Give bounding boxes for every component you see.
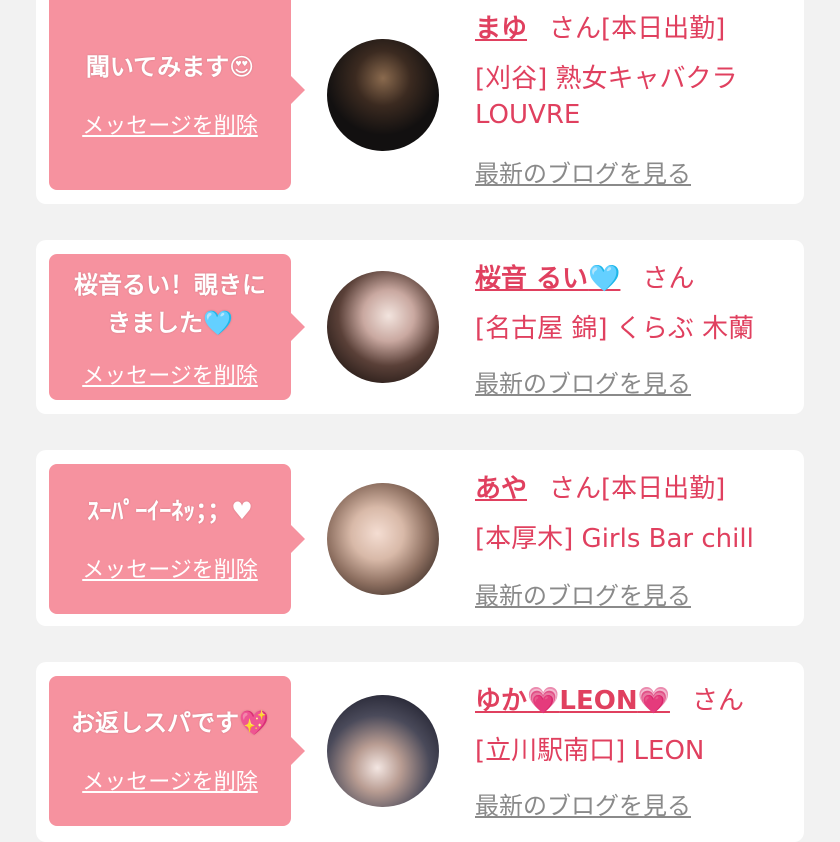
name-line: ゆか💗LEON💗 さん (475, 680, 744, 717)
honorific: さん (642, 264, 695, 294)
profile-name-link[interactable]: 桜音 るい🩵 (475, 264, 620, 294)
light-blue-heart-emoji-icon: 🩵 (203, 309, 233, 337)
profile-name-text-2: LEON (559, 686, 638, 716)
name-line: 桜音 るい🩵 さん (475, 258, 694, 295)
avatar[interactable] (327, 271, 439, 383)
favorites-message-list: 聞いてみます😍 メッセージを削除 まゆ さん[本日出勤] [刈谷] 熟女キャバクラ… (0, 0, 840, 842)
message-line-2-text: きました (107, 309, 204, 337)
message-text: お返しスパです💖 (49, 704, 291, 742)
heart-eyes-emoji-icon: 😍 (229, 53, 255, 81)
message-bubble: 聞いてみます😍 メッセージを削除 (49, 0, 305, 190)
message-card: 聞いてみます😍 メッセージを削除 まゆ さん[本日出勤] [刈谷] 熟女キャバクラ… (36, 0, 804, 204)
message-bubble: 桜音るい！覗きに きました🩵 メッセージを削除 (49, 254, 305, 400)
profile-name-link[interactable]: まゆ (475, 14, 527, 44)
message-text: 桜音るい！覗きに きました🩵 (49, 266, 291, 342)
message-text-content: ｽｰﾊﾟｰｲｰﾈｯ；；♥ (87, 497, 253, 525)
view-latest-blog-link[interactable]: 最新のブログを見る (475, 576, 691, 611)
delete-message-link[interactable]: メッセージを削除 (49, 358, 291, 390)
pink-heart-emoji-icon: 💗 (527, 686, 560, 716)
shop-location: [名古屋 錦] くらぶ 木蘭 (475, 314, 755, 344)
shop-location: [立川駅南口] LEON (475, 736, 705, 766)
shop-location: [刈谷] 熟女キャバクラ (475, 64, 738, 94)
pink-heart-emoji-icon: 💗 (637, 686, 670, 716)
message-bubble: ｽｰﾊﾟｰｲｰﾈｯ；；♥ メッセージを削除 (49, 464, 305, 614)
message-card: お返しスパです💖 メッセージを削除 ゆか💗LEON💗 さん [立川駅南口] LEO… (36, 662, 804, 842)
delete-message-link[interactable]: メッセージを削除 (49, 108, 291, 140)
profile-name-link[interactable]: あや (475, 474, 527, 504)
avatar[interactable] (327, 39, 439, 151)
name-line: あや さん[本日出勤] (475, 468, 725, 505)
message-bubble: お返しスパです💖 メッセージを削除 (49, 676, 305, 826)
delete-message-link[interactable]: メッセージを削除 (49, 552, 291, 584)
avatar[interactable] (327, 483, 439, 595)
message-line-2: きました🩵 (55, 304, 285, 342)
profile-name-link[interactable]: ゆか💗LEON💗 (475, 686, 670, 716)
message-card: ｽｰﾊﾟｰｲｰﾈｯ；；♥ メッセージを削除 あや さん[本日出勤] [本厚木] G… (36, 450, 804, 626)
profile-name-text: 桜音 るい (475, 264, 589, 294)
message-text: ｽｰﾊﾟｰｲｰﾈｯ；；♥ (49, 492, 291, 530)
view-latest-blog-link[interactable]: 最新のブログを見る (475, 154, 691, 189)
honorific: さん (691, 686, 744, 716)
shop-name-extra: LOUVRE (475, 100, 581, 130)
honorific: さん (549, 474, 602, 504)
status-label: [本日出勤] (601, 14, 726, 44)
sparkling-heart-emoji-icon: 💖 (239, 709, 269, 737)
message-card: 桜音るい！覗きに きました🩵 メッセージを削除 桜音 るい🩵 さん [名古屋 錦]… (36, 240, 804, 414)
delete-message-link[interactable]: メッセージを削除 (49, 764, 291, 796)
status-label: [本日出勤] (601, 474, 726, 504)
name-line: まゆ さん[本日出勤] (475, 8, 725, 45)
view-latest-blog-link[interactable]: 最新のブログを見る (475, 786, 691, 821)
message-text-content: 聞いてみます (85, 53, 230, 81)
message-line-1: 桜音るい！覗きに (74, 271, 266, 299)
profile-name-text: ゆか (475, 686, 528, 716)
avatar[interactable] (327, 695, 439, 807)
light-blue-heart-emoji-icon: 🩵 (588, 264, 621, 294)
honorific: さん (549, 14, 602, 44)
message-text-content: お返しスパです (71, 709, 240, 737)
message-text: 聞いてみます😍 (49, 48, 291, 86)
shop-location: [本厚木] Girls Bar chill (475, 524, 754, 554)
view-latest-blog-link[interactable]: 最新のブログを見る (475, 364, 691, 399)
